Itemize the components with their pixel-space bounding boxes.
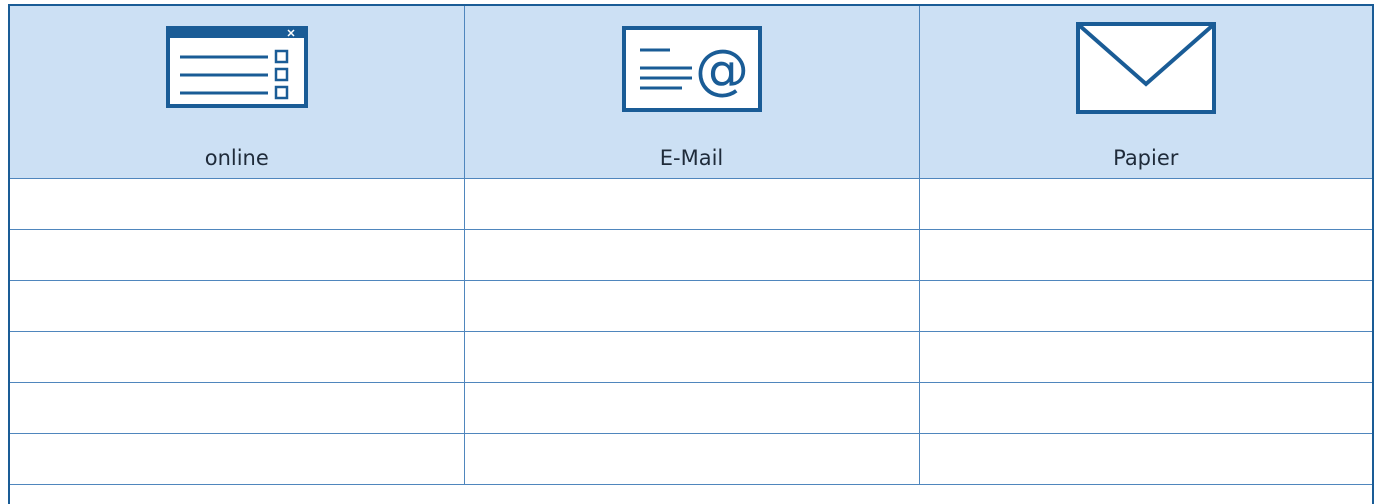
table-cell[interactable] [10,331,465,383]
table-cell[interactable] [464,178,920,230]
table-cell[interactable] [10,229,465,281]
envelope-icon [1075,22,1216,114]
table-cell[interactable] [464,229,920,281]
table-row [10,178,1372,230]
column-header-papier: Papier [919,6,1372,179]
table-cell[interactable] [464,331,920,383]
table-cell[interactable] [464,280,920,332]
table-cell[interactable] [10,280,465,332]
header-row: online @ E-Mail Papier [10,6,1372,179]
table-cell[interactable] [919,178,1372,230]
table-cell[interactable] [919,229,1372,281]
table-cell[interactable] [10,178,465,230]
table-row [10,382,1372,434]
column-label-email: E-Mail [659,146,724,170]
contact-method-table: online @ E-Mail Papier [10,6,1372,485]
table-row [10,331,1372,383]
contact-method-table-frame: online @ E-Mail Papier [8,4,1374,504]
table-cell[interactable] [919,280,1372,332]
column-header-online: online [10,6,465,179]
table-cell[interactable] [919,382,1372,434]
column-header-email: @ E-Mail [464,6,920,179]
online-form-icon [165,26,308,108]
column-label-papier: Papier [1113,146,1179,170]
table-row [10,280,1372,332]
table-cell[interactable] [464,382,920,434]
table-cell[interactable] [919,433,1372,485]
email-at-icon: @ [621,26,762,112]
table-cell[interactable] [464,433,920,485]
table-row [10,229,1372,281]
table-cell[interactable] [919,331,1372,383]
svg-text:@: @ [695,38,749,101]
column-label-online: online [204,146,269,170]
table-cell[interactable] [10,382,465,434]
table-cell[interactable] [10,433,465,485]
table-row [10,433,1372,485]
